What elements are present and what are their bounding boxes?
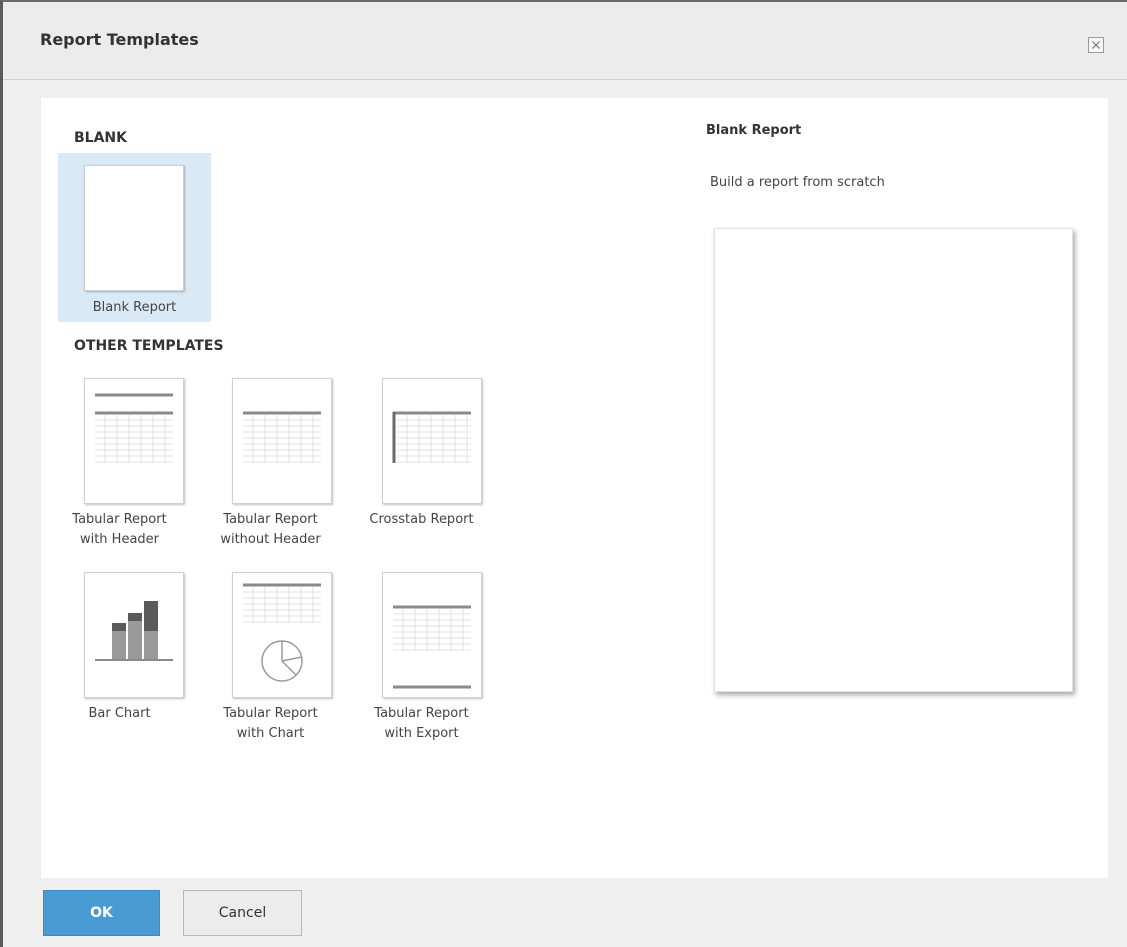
tabular-with-chart-thumbnail [232, 572, 332, 698]
preview-page [714, 228, 1073, 692]
preview-description: Build a report from scratch [710, 175, 885, 190]
template-label-line1: Bar Chart [88, 706, 151, 721]
bar-chart-thumbnail [84, 572, 184, 698]
template-label-line1: Crosstab Report [369, 512, 474, 527]
template-label: Blank Report [92, 300, 177, 315]
template-tabular-report-with-chart[interactable]: Tabular Report with Chart [194, 570, 347, 760]
blank-report-thumbnail [84, 165, 184, 291]
tabular-without-header-icon [243, 411, 321, 463]
blank-section-heading: BLANK [74, 130, 127, 146]
template-label-line2: without Header [220, 532, 321, 547]
preview-title: Blank Report [706, 123, 802, 138]
template-tabular-report-without-header[interactable]: Tabular Report without Header [194, 376, 347, 566]
template-label-line2: with Header [79, 532, 160, 547]
template-blank-report[interactable]: Blank Report [58, 153, 211, 322]
tabular-with-chart-icon [243, 583, 321, 682]
tabular-with-export-thumbnail [382, 572, 482, 698]
template-tabular-report-with-header[interactable]: Tabular Report with Header [43, 376, 196, 566]
close-button[interactable] [1088, 37, 1104, 53]
tabular-with-header-icon [95, 393, 173, 463]
tabular-with-header-thumbnail [84, 378, 184, 504]
dialog-content: BLANK Blank Report OTHER TEMPLATES Tabul… [41, 98, 1108, 878]
template-tabular-report-with-export[interactable]: Tabular Report with Export [345, 570, 498, 760]
template-crosstab-report[interactable]: Crosstab Report [345, 376, 498, 566]
template-label-line1: Tabular Report [72, 512, 167, 527]
cancel-button[interactable]: Cancel [183, 890, 302, 936]
template-label-line2: with Export [384, 726, 459, 741]
other-templates-heading: OTHER TEMPLATES [74, 338, 224, 354]
crosstab-icon [392, 411, 471, 463]
tabular-without-header-thumbnail [232, 378, 332, 504]
dialog-titlebar: Report Templates [3, 2, 1127, 80]
dialog-title: Report Templates [40, 30, 199, 49]
ok-button[interactable]: OK [43, 890, 160, 936]
template-label-line1: Tabular Report [374, 706, 469, 721]
close-icon [1092, 41, 1100, 49]
report-templates-dialog: Report Templates BLANK Blank Report OTHE… [0, 0, 1127, 947]
template-label-line1: Tabular Report [223, 706, 318, 721]
tabular-with-export-icon [393, 605, 471, 689]
template-bar-chart[interactable]: Bar Chart [43, 570, 196, 760]
template-label-line2: with Chart [236, 726, 305, 741]
template-label-line1: Tabular Report [223, 512, 318, 527]
crosstab-thumbnail [382, 378, 482, 504]
bar-chart-icon [95, 601, 173, 661]
